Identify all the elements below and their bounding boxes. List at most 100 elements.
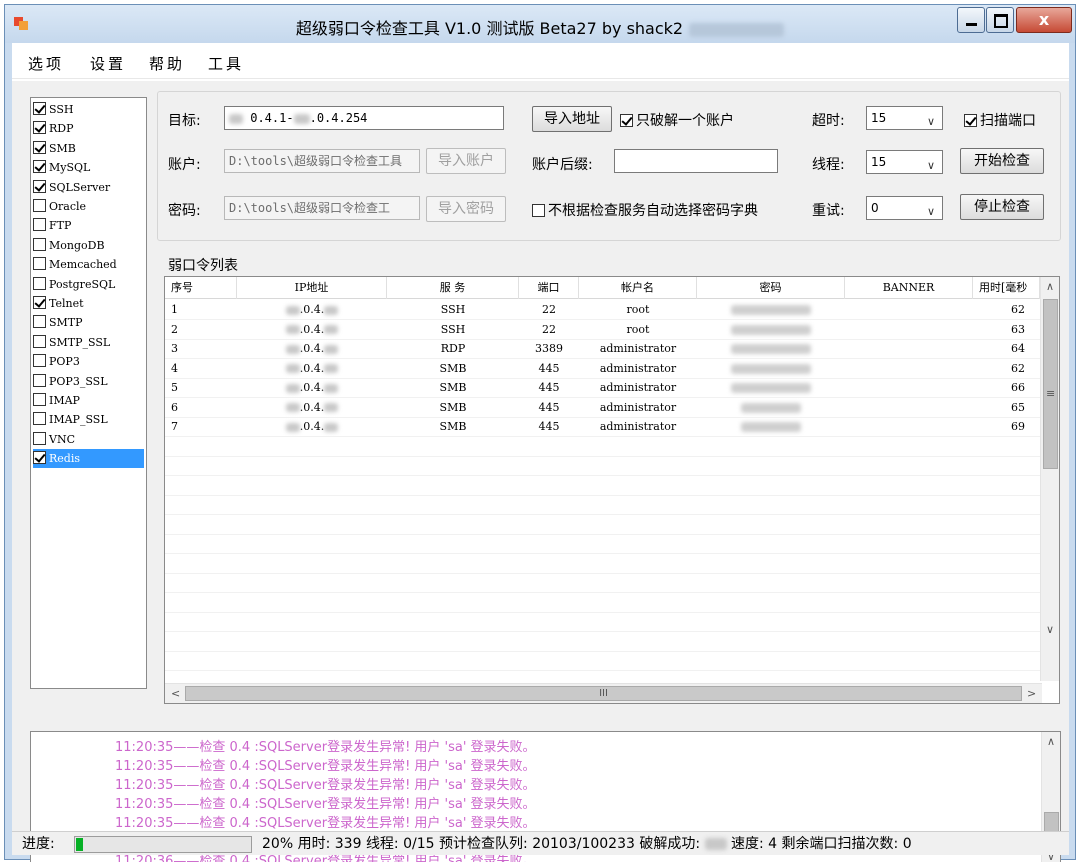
service-checkbox-smb[interactable]: SMB (33, 139, 144, 158)
import-account-button[interactable]: 导入账户 (426, 148, 506, 174)
table-vertical-scrollbar[interactable]: ∧ ≡ ∨ (1040, 277, 1059, 681)
threads-select[interactable]: 15 ∨ (866, 150, 943, 174)
menu-options[interactable]: 选项 (28, 53, 64, 74)
service-checkbox-pop3[interactable]: POP3 (33, 352, 144, 371)
stop-check-button[interactable]: 停止检查 (960, 194, 1044, 220)
password-file-input[interactable]: D:\tools\超级弱口令检查工 (224, 196, 420, 220)
column-header-account[interactable]: 帐户名 (579, 277, 697, 299)
title-bar[interactable]: 超级弱口令检查工具 V1.0 测试版 Beta27 by shack2 x (5, 5, 1075, 43)
table-row[interactable]: 3 .0.4. RDP 3389 administrator 64 (165, 339, 1040, 359)
cell-no: 7 (171, 420, 178, 433)
service-checkbox-smtp[interactable]: SMTP (33, 313, 144, 332)
column-header-password[interactable]: 密码 (697, 277, 845, 299)
service-checkbox-memcached[interactable]: Memcached (33, 255, 144, 274)
service-label: SSH (49, 103, 74, 116)
grid-line (165, 338, 1040, 340)
table-row[interactable]: 6 .0.4. SMB 445 administrator 65 (165, 398, 1040, 418)
retry-select[interactable]: 0 ∨ (866, 196, 943, 220)
target-input[interactable]: 0.4.1- .0.4.254 (224, 106, 504, 130)
scroll-down-icon[interactable]: ∨ (1046, 623, 1054, 636)
service-checkbox-mysql[interactable]: MySQL (33, 158, 144, 177)
auto-dict-checkbox[interactable]: 不根据检查服务自动选择密码字典 (532, 200, 758, 220)
column-header-banner[interactable]: BANNER (845, 277, 973, 299)
grid-line (165, 533, 1040, 535)
progress-bar (74, 836, 252, 853)
column-header-service[interactable]: 服 务 (387, 277, 519, 299)
scroll-up-icon[interactable]: ∧ (1047, 735, 1055, 748)
scroll-thumb[interactable]: III (185, 686, 1022, 701)
table-row[interactable]: 2 .0.4. SSH 22 root 63 (165, 320, 1040, 340)
cell-port: 445 (538, 361, 560, 375)
window-title: 超级弱口令检查工具 V1.0 测试版 Beta27 by shack2 (5, 15, 1075, 39)
service-checkbox-smtp_ssl[interactable]: SMTP_SSL (33, 333, 144, 352)
table-row[interactable]: 7 .0.4. SMB 445 administrator 69 (165, 417, 1040, 437)
menu-help[interactable]: 帮助 (149, 53, 185, 74)
service-label: RDP (49, 122, 74, 136)
service-label: PostgreSQL (49, 277, 116, 291)
minimize-button[interactable] (957, 7, 985, 33)
checkbox-unchecked-icon (33, 315, 46, 329)
service-checkbox-oracle[interactable]: Oracle (33, 197, 144, 216)
close-button[interactable]: x (1016, 7, 1072, 33)
column-header-port[interactable]: 端口 (519, 277, 579, 299)
weak-password-list-title: 弱口令列表 (168, 258, 238, 274)
table-row[interactable]: 1 .0.4. SSH 22 root 62 (165, 300, 1040, 320)
service-checkbox-pop3_ssl[interactable]: POP3_SSL (33, 372, 144, 391)
menu-settings[interactable]: 设置 (90, 53, 126, 74)
cell-ip: .0.4. (237, 417, 387, 437)
scroll-thumb[interactable] (1043, 299, 1058, 469)
only-one-account-checkbox[interactable]: 只破解一个账户 (620, 110, 734, 130)
service-label: Oracle (49, 200, 87, 213)
service-checkbox-ftp[interactable]: FTP (33, 216, 144, 235)
start-check-button[interactable]: 开始检查 (960, 148, 1044, 174)
service-list[interactable]: SSH RDP SMB MySQL SQLServer Oracle FTP MongoDB M… (30, 97, 147, 689)
cell-no: 2 (171, 322, 178, 336)
cell-ip: .0.4. (237, 339, 387, 359)
column-header-ip[interactable]: IP地址 (237, 277, 387, 299)
cell-pwd (697, 359, 845, 379)
table-row[interactable]: 4 .0.4. SMB 445 administrator 62 (165, 359, 1040, 379)
account-file-input[interactable]: D:\tools\超级弱口令检查工具 (224, 149, 420, 173)
menu-tools[interactable]: 工具 (208, 53, 244, 74)
service-checkbox-imap_ssl[interactable]: IMAP_SSL (33, 410, 144, 429)
cell-pwd (697, 320, 845, 340)
scroll-right-icon[interactable]: > (1027, 687, 1036, 700)
service-label: POP3 (49, 355, 80, 369)
service-checkbox-mongodb[interactable]: MongoDB (33, 236, 144, 255)
cell-time: 66 (1011, 381, 1025, 394)
cell-user: root (626, 303, 650, 316)
account-suffix-input[interactable] (614, 149, 778, 173)
cell-user: administrator (599, 400, 677, 414)
checkbox-checked-icon (33, 179, 46, 193)
service-checkbox-imap[interactable]: IMAP (33, 391, 144, 410)
checkbox-unchecked-icon (33, 334, 46, 348)
scroll-left-icon[interactable]: < (171, 687, 180, 700)
weak-password-table[interactable]: 序号 IP地址 服 务 端口 帐户名 密码 BANNER 用时[毫秒 1 .0.4… (164, 276, 1060, 704)
menu-bar: 选项 设置 帮助 工具 (12, 43, 1069, 79)
service-checkbox-sqlserver[interactable]: SQLServer (33, 178, 144, 197)
service-label: FTP (49, 219, 72, 233)
service-checkbox-telnet[interactable]: Telnet (33, 294, 144, 313)
maximize-button[interactable] (986, 7, 1014, 33)
cell-no: 4 (171, 361, 178, 375)
column-header-time[interactable]: 用时[毫秒 (973, 277, 1040, 299)
table-row[interactable]: 5 .0.4. SMB 445 administrator 66 (165, 378, 1040, 398)
service-label: POP3_SSL (49, 374, 108, 388)
import-password-button[interactable]: 导入密码 (426, 196, 506, 222)
service-label: Telnet (49, 297, 84, 310)
import-address-button[interactable]: 导入地址 (532, 106, 612, 132)
table-horizontal-scrollbar[interactable]: < III > (165, 683, 1042, 703)
grid-line (165, 514, 1040, 515)
service-checkbox-redis[interactable]: Redis (33, 449, 144, 469)
scan-port-checkbox[interactable]: 扫描端口 (964, 110, 1036, 130)
timeout-select[interactable]: 15 ∨ (866, 106, 943, 130)
cell-ip: .0.4. (237, 320, 387, 340)
service-checkbox-postgresql[interactable]: PostgreSQL (33, 275, 144, 294)
scroll-up-icon[interactable]: ∧ (1046, 280, 1054, 293)
service-checkbox-vnc[interactable]: VNC (33, 430, 144, 449)
scroll-grip-icon: ≡ (1046, 387, 1056, 400)
service-checkbox-ssh[interactable]: SSH (33, 100, 144, 119)
status-summary: 20% 用时: 339 线程: 0/15 预计检查队列: 20103/10023… (262, 836, 912, 852)
column-header-no[interactable]: 序号 (165, 277, 237, 299)
service-checkbox-rdp[interactable]: RDP (33, 119, 144, 138)
